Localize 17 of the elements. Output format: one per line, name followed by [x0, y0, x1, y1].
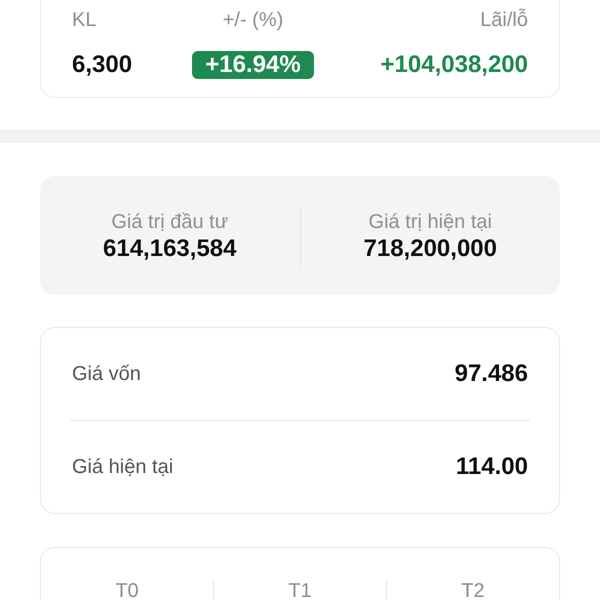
value-label: Giá trị đầu tư [111, 210, 228, 234]
change-badge: +16.94% [192, 51, 314, 79]
column-label: KL [72, 8, 96, 32]
price-value: 97.486 [454, 360, 528, 388]
price-label: Giá vốn [72, 362, 141, 386]
price-label: Giá hiện tại [72, 455, 174, 479]
value-label: Giá trị hiện tại [368, 210, 492, 234]
settlement-label: T0 [115, 581, 139, 600]
profit-value: +104,038,200 [380, 51, 528, 79]
quantity-value: 6,300 [72, 51, 132, 79]
price-value: 114.00 [456, 453, 528, 481]
value-amount: 614,163,584 [103, 234, 236, 264]
settlement-label: T2 [461, 581, 485, 600]
value-amount: 718,200,000 [364, 234, 497, 264]
column-label: Lãi/lỗ [480, 8, 528, 32]
settlement-label: T1 [288, 581, 312, 600]
column-label: +/- (%) [222, 8, 284, 32]
